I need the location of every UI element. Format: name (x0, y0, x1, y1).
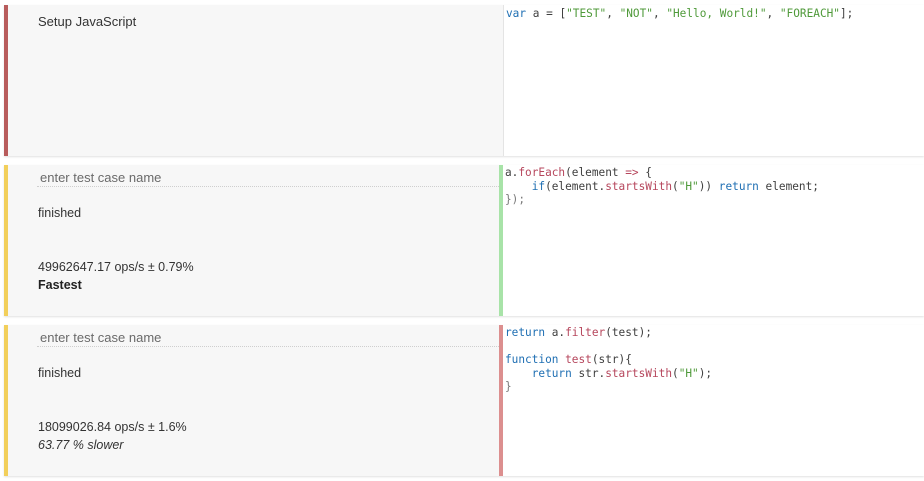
test-code-editor[interactable]: return a.filter(test); function test(str… (503, 325, 924, 476)
setup-code-editor[interactable]: var a = ["TEST", "NOT", "Hello, World!",… (503, 5, 924, 156)
code-token: ( (672, 179, 679, 193)
code-token: "FOREACH" (779, 7, 840, 20)
code-token: } (505, 380, 512, 393)
code-token: element; (758, 179, 819, 193)
code-token: ); (698, 366, 713, 380)
test-verdict: 63.77 % slower (38, 438, 124, 452)
code-token: str. (571, 366, 606, 380)
code-token: startsWith (605, 179, 672, 193)
code-token: ]; (840, 7, 854, 20)
code-token: , (606, 7, 620, 20)
test-case-panel: finished 18099026.84 ops/s ± 1.6% 63.77 … (4, 325, 924, 476)
code-token: test (565, 353, 592, 366)
code-token: , (766, 7, 780, 20)
code-token: if (531, 179, 546, 193)
code-token: (element (565, 166, 626, 179)
code-token: function (505, 353, 559, 366)
test-code[interactable]: a.forEach(element => { if(element.starts… (503, 166, 924, 207)
setup-code[interactable]: var a = ["TEST", "NOT", "Hello, World!",… (504, 7, 924, 21)
code-token: "NOT" (619, 7, 653, 20)
test-verdict: Fastest (38, 278, 82, 292)
code-token: return (718, 179, 759, 193)
code-token: a = [ (526, 7, 567, 20)
code-token: return (531, 366, 572, 380)
test-code-editor[interactable]: a.forEach(element => { if(element.starts… (503, 165, 924, 316)
code-token: }); (505, 193, 526, 206)
setup-title: Setup JavaScript (38, 14, 137, 29)
code-token: return (505, 326, 546, 339)
test-name-input[interactable] (37, 168, 505, 187)
code-token: { (638, 166, 652, 179)
code-token: startsWith (605, 366, 672, 380)
code-token: ( (672, 366, 679, 380)
code-token: (str){ (591, 353, 632, 366)
code-token: "H" (678, 366, 699, 380)
test-ops-result: 18099026.84 ops/s ± 1.6% (38, 420, 187, 434)
code-token: "Hello, World!" (666, 7, 767, 20)
code-token: forEach (518, 166, 566, 179)
test-name-input[interactable] (37, 328, 505, 347)
code-token: "TEST" (566, 7, 607, 20)
test-ops-result: 49962647.17 ops/s ± 0.79% (38, 260, 194, 274)
test-status: finished (38, 206, 82, 220)
code-token: filter (565, 326, 606, 339)
code-token: "H" (678, 179, 699, 193)
test-status: finished (38, 366, 82, 380)
test-case-panel: finished 49962647.17 ops/s ± 0.79% Faste… (4, 165, 924, 316)
test-info-column: finished 18099026.84 ops/s ± 1.6% 63.77 … (8, 325, 505, 476)
code-token: a. (505, 166, 519, 179)
test-code[interactable]: return a.filter(test); function test(str… (503, 326, 924, 394)
setup-panel: Setup JavaScript var a = ["TEST", "NOT",… (4, 5, 924, 156)
code-token: => (625, 166, 639, 179)
setup-label-column: Setup JavaScript (8, 5, 503, 156)
code-token: (test); (605, 326, 652, 339)
code-token: (element. (545, 179, 606, 193)
code-token: , (652, 7, 667, 20)
code-token: var (506, 7, 527, 20)
code-token: a. (545, 326, 566, 339)
code-token: )) (698, 179, 719, 193)
test-info-column: finished 49962647.17 ops/s ± 0.79% Faste… (8, 165, 505, 316)
